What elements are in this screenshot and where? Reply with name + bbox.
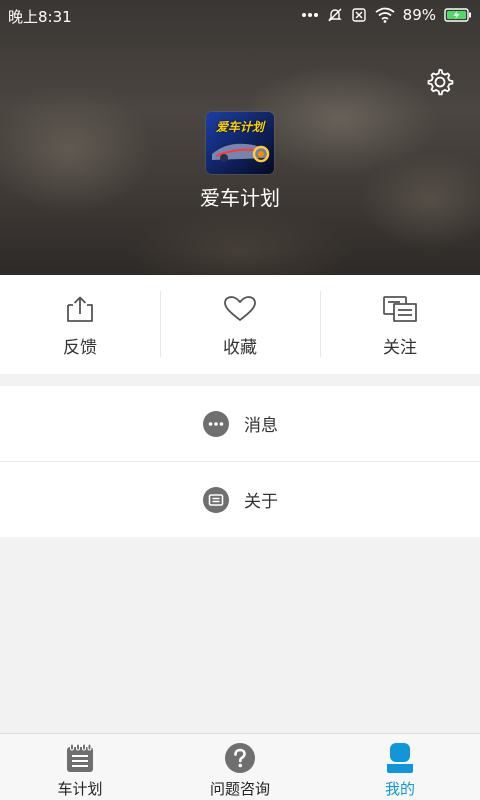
nav-tab-questions-label: 问题咨询 [209, 780, 270, 798]
notepad-icon [67, 743, 93, 772]
follow-cards-icon [383, 296, 417, 322]
profile-header: 晚上8:31 89% 爱车计划 爱车计划 [0, 0, 480, 275]
heart-icon [224, 296, 256, 321]
status-icons: 89% [301, 6, 472, 24]
more-dots-icon [301, 13, 318, 17]
gear-icon[interactable] [426, 68, 454, 96]
share-upload-icon [67, 296, 93, 322]
nav-tab-car-plan[interactable]: 车计划 [0, 734, 160, 800]
menu-item-messages[interactable]: 消息 [0, 386, 480, 462]
no-sim-icon [351, 8, 366, 22]
about-info-icon [203, 486, 229, 513]
menu-item-about-label: 关于 [244, 492, 278, 512]
menu-item-about[interactable]: 关于 [0, 462, 480, 537]
quick-actions: 反馈 收藏 关注 [0, 275, 480, 374]
bottom-nav: 车计划 问题咨询 我的 [0, 733, 480, 800]
feedback-label: 反馈 [63, 338, 97, 358]
menu-list: 消息 关于 [0, 386, 480, 537]
user-profile-icon [387, 743, 413, 773]
follow-label: 关注 [383, 338, 417, 358]
app-logo: 爱车计划 [206, 112, 274, 174]
feedback-action[interactable]: 反馈 [0, 275, 160, 374]
mute-bell-icon [327, 8, 342, 22]
status-bar: 晚上8:31 89% [0, 0, 480, 30]
follow-action[interactable]: 关注 [320, 275, 480, 374]
menu-item-messages-label: 消息 [244, 416, 278, 436]
message-dots-icon [203, 410, 229, 437]
favorites-label: 收藏 [223, 338, 257, 358]
question-circle-icon [225, 743, 255, 773]
battery-charging-icon [444, 8, 471, 22]
nav-tab-questions[interactable]: 问题咨询 [160, 734, 320, 800]
favorites-action[interactable]: 收藏 [160, 275, 320, 374]
app-name: 爱车计划 [200, 186, 280, 210]
nav-tab-mine[interactable]: 我的 [320, 734, 480, 800]
nav-tab-mine-label: 我的 [384, 780, 415, 798]
wifi-icon [375, 7, 395, 23]
screen: 晚上8:31 89% 爱车计划 爱车计划 反馈 收藏 关注 消息 关于 车计划 … [0, 0, 480, 800]
nav-tab-car-plan-label: 车计划 [57, 780, 103, 798]
battery-percent: 89% [402, 6, 436, 24]
app-logo-text: 爱车计划 [215, 120, 264, 134]
status-time: 晚上8:31 [8, 8, 72, 26]
